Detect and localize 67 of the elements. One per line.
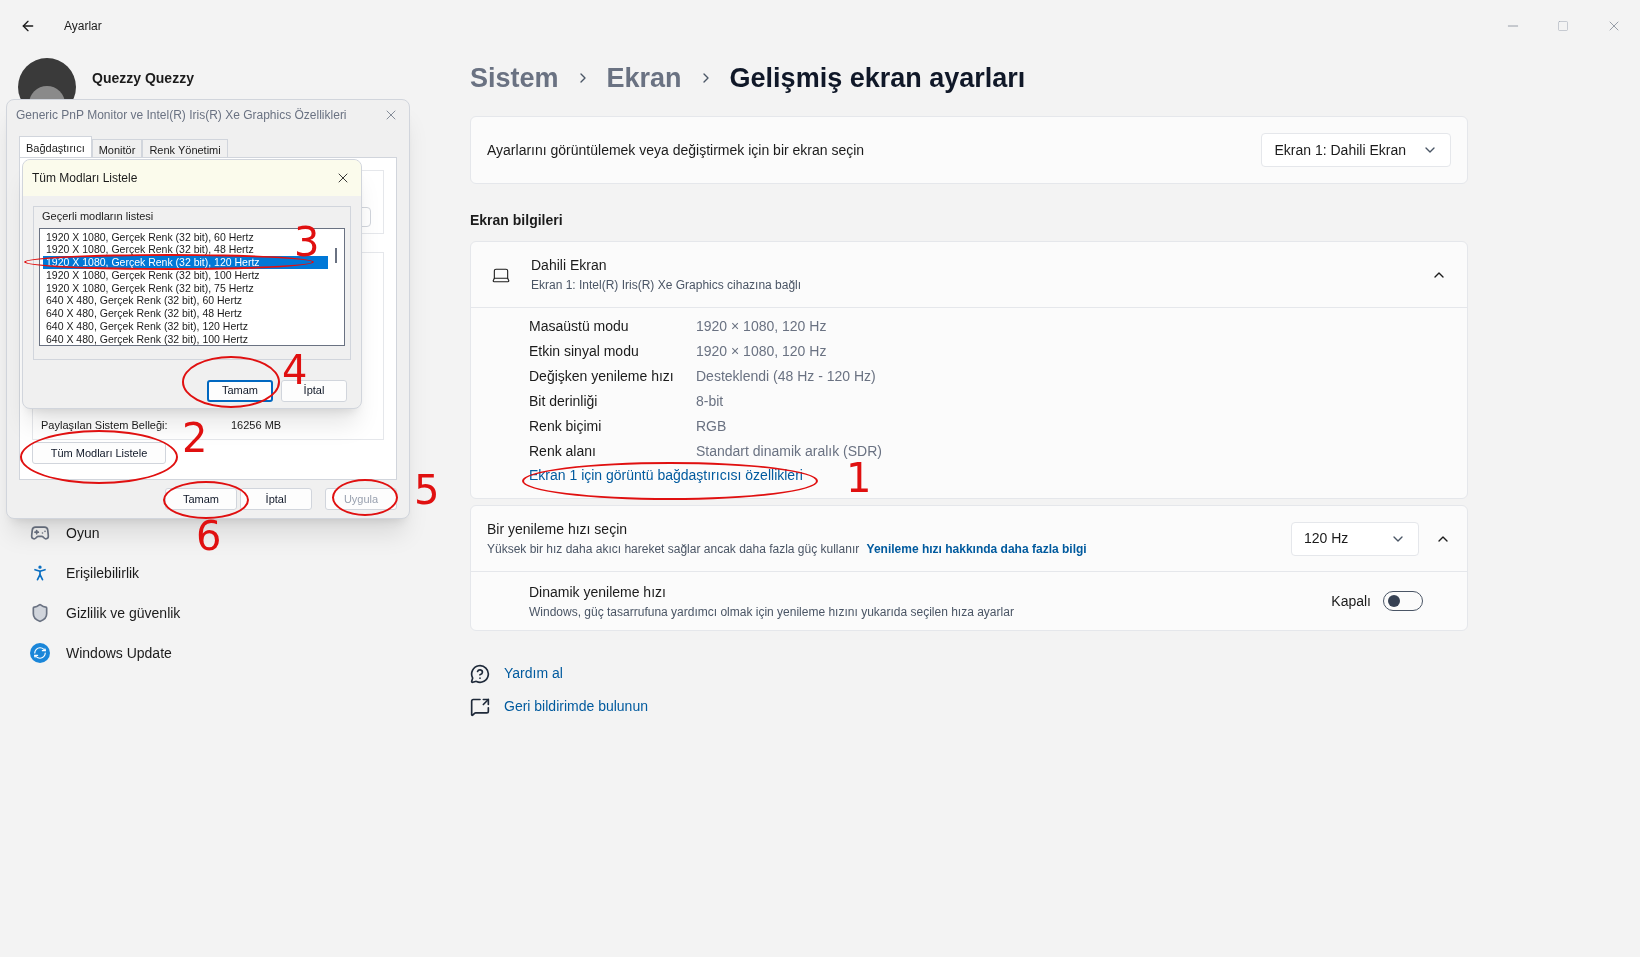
shield-icon [30, 603, 50, 623]
dynamic-refresh-title: Dinamik yenileme hızı [529, 582, 667, 602]
info-value: Standart dinamik aralık (SDR) [696, 442, 882, 461]
toggle-state: Kapalı [1331, 591, 1371, 611]
display-select-card: Ayarlarını görüntülemek veya değiştirmek için bir ekran seçin Ekran 1: Dahili Ekran [470, 116, 1468, 184]
info-value: 8-bit [696, 392, 724, 411]
back-icon[interactable] [20, 18, 36, 34]
mode-item[interactable]: 640 X 480, Gerçek Renk (32 bit), 60 Hertz [43, 294, 328, 308]
info-value: 1920 × 1080, 120 Hz [696, 317, 827, 336]
sidebar-item[interactable]: Gizlilik ve güvenlik [18, 593, 470, 633]
mode-item[interactable]: 1920 X 1080, Gerçek Renk (32 bit), 75 Hertz [43, 281, 328, 295]
mode-item[interactable]: 1920 X 1080, Gerçek Renk (32 bit), 120 Hertz [43, 256, 328, 269]
dialog-title: Tüm Modları Listele [32, 170, 138, 187]
list-all-modes-button[interactable]: Tüm Modları Listele [32, 442, 166, 464]
annotation-number: 2 [182, 418, 208, 458]
refresh-dropdown[interactable]: 120 Hz [1291, 521, 1419, 556]
feedback-icon [470, 696, 490, 717]
scrollbar-thumb[interactable] [335, 247, 337, 263]
display-subtitle: Ekran 1: Intel(R) Iris(R) Xe Graphics cihazına bağlı [531, 277, 802, 294]
info-label: Değişken yenileme hızı [529, 367, 675, 386]
learn-more-link[interactable]: Yenileme hızı hakkında daha fazla bilgi [866, 542, 1087, 556]
annotation-number: 5 [414, 470, 440, 510]
adapter-properties-link[interactable]: Ekran 1 için görüntü bağdaştırıcısı özellikleri [529, 465, 803, 486]
help-link[interactable]: Geri bildirimde bulunun [504, 696, 648, 717]
dialog-button[interactable]: Tamam [165, 488, 237, 510]
refresh-icon [30, 643, 50, 663]
info-value: Desteklendi (48 Hz - 120 Hz) [696, 367, 876, 386]
modes-list[interactable] [39, 227, 345, 346]
shared-memory-label: Paylaşılan Sistem Belleği: [41, 417, 169, 433]
dialog-tab[interactable]: Bağdaştırıcı [19, 136, 92, 157]
annotation-circle [332, 479, 398, 516]
gamepad-icon [30, 523, 50, 543]
mode-item[interactable]: 1920 X 1080, Gerçek Renk (32 bit), 100 Hertz [43, 268, 328, 282]
annotation-number: 6 [196, 516, 222, 556]
refresh-description: Yüksek bir hız daha akıcı hareket sağlar ancak daha fazla güç kullanır Yenileme hızı hakkında daha fazla bilgi [487, 541, 1087, 558]
dialog-button[interactable]: İptal [240, 488, 312, 510]
sidebar-item[interactable]: Erişilebilirlik [18, 553, 470, 593]
breadcrumb-item[interactable]: Ekran [606, 57, 682, 99]
dialog-tab[interactable]: Renk Yönetimi [142, 139, 228, 157]
info-label: Bit derinliği [529, 392, 599, 411]
mode-item[interactable]: 640 X 480, Gerçek Renk (32 bit), 48 Hertz [43, 307, 328, 321]
info-label: Renk biçimi [529, 417, 603, 436]
info-label: Renk alanı [529, 442, 597, 461]
dynamic-refresh-description: Windows, güç tasarrufuna yardımcı olmak için yenileme hızını yukarıda seçilen hıza ayarlar [529, 603, 1014, 621]
refresh-title: Bir yenileme hızı seçin [487, 520, 629, 539]
breadcrumb-item[interactable]: Sistem [470, 57, 559, 99]
mode-item[interactable]: 640 X 480, Gerçek Renk (32 bit), 100 Hertz [43, 332, 328, 346]
user-name: Quezzy Quezzy [92, 68, 194, 88]
window-title: Ayarlar [64, 18, 102, 34]
info-label: Masaüstü modu [529, 317, 630, 336]
mode-item[interactable]: 640 X 480, Gerçek Renk (32 bit), 120 Hertz [43, 320, 328, 333]
section-heading: Ekran bilgileri [470, 211, 564, 230]
display-name: Dahili Ekran [531, 256, 608, 275]
annotation-number: 1 [846, 458, 872, 498]
shared-memory-value: 16256 MB [231, 417, 282, 433]
dialog-button[interactable]: Tamam [207, 379, 273, 402]
info-value: RGB [696, 417, 727, 436]
group-label: Geçerli modların listesi [41, 209, 155, 224]
info-label: Etkin sinyal modu [529, 342, 640, 361]
dialog-title: Generic PnP Monitor ve Intel(R) Iris(R) Xe Graphics Özellikleri [16, 107, 347, 124]
help-link[interactable]: Yardım al [504, 663, 563, 684]
help-icon [470, 663, 490, 684]
breadcrumb-item: Gelişmiş ekran ayarları [729, 61, 1026, 95]
info-value: 1920 × 1080, 120 Hz [696, 342, 827, 361]
display-dropdown[interactable]: Ekran 1: Dahili Ekran [1261, 133, 1451, 167]
sidebar-item[interactable]: Windows Update [18, 633, 470, 673]
dialog-tab[interactable]: Monitör [91, 139, 143, 157]
